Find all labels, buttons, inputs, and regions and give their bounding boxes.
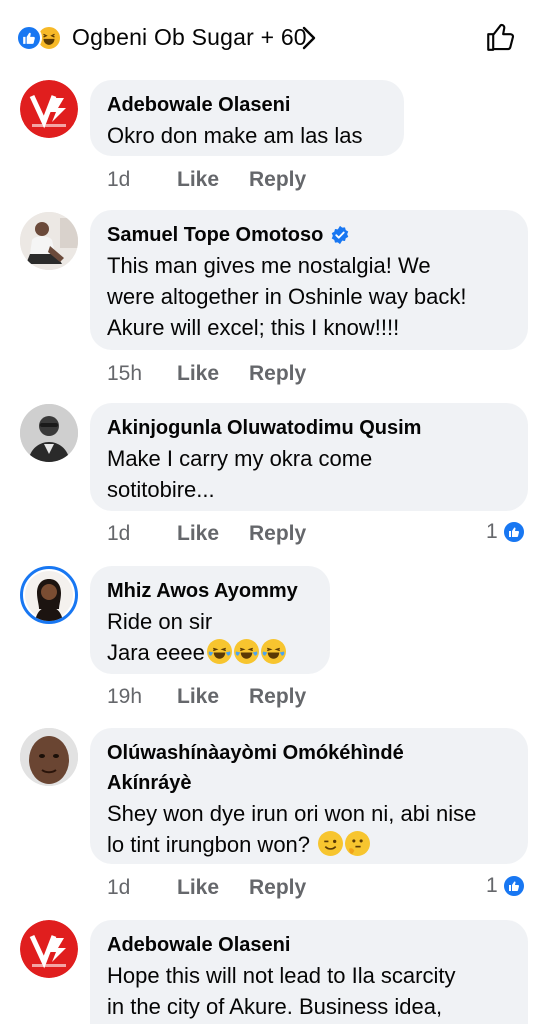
reply-button[interactable]: Reply	[249, 522, 306, 546]
comment-reaction-count[interactable]: 1	[486, 520, 526, 544]
reaction-count-value: 1	[486, 874, 498, 897]
comment-text-fragment: lo tint irungbon won?	[107, 832, 311, 857]
comment-text: Okro don make am las las	[107, 123, 363, 148]
avatar[interactable]	[20, 920, 78, 978]
reply-button[interactable]: Reply	[249, 168, 306, 192]
comment-text-line: Hope this will not lead to Ila scarcity	[107, 963, 456, 988]
comment-author[interactable]: Adebowale Olaseni	[107, 930, 510, 960]
thinking-emoji	[345, 831, 371, 856]
chevron-right-icon[interactable]	[302, 26, 316, 55]
comment-text-line: Ride on sir	[107, 609, 213, 634]
comment-text-fragment: Jara eeee	[107, 640, 205, 665]
avatar[interactable]	[20, 404, 78, 462]
like-button[interactable]: Like	[177, 362, 249, 386]
comment-text-line: This man gives me nostalgia! We	[107, 253, 431, 278]
comment-text-line: Shey won dye irun ori won ni, abi nise	[107, 801, 477, 826]
comment-author[interactable]: Mhiz Awos Ayommy	[107, 576, 312, 606]
like-button[interactable]: Like	[177, 522, 249, 546]
comment-text-line: lo tint irungbon won?	[107, 829, 510, 860]
comment-bubble[interactable]: Akinjogunla Oluwatodimu Qusim Make I car…	[90, 403, 528, 511]
reaction-count-value: 1	[486, 520, 498, 543]
comment-author[interactable]: Adebowale Olaseni	[107, 90, 386, 120]
laughing-crying-emoji	[260, 639, 286, 664]
comment-bubble[interactable]: Adebowale Olaseni Hope this will not lea…	[90, 920, 528, 1024]
reply-button[interactable]: Reply	[249, 876, 306, 900]
like-icon	[16, 25, 42, 51]
winking-emoji	[318, 831, 344, 856]
laughing-crying-emoji	[206, 639, 232, 664]
comment-author[interactable]: Samuel Tope Omotoso	[107, 220, 510, 250]
reaction-summary[interactable]	[16, 25, 62, 51]
comment-author[interactable]: Akinjogunla Oluwatodimu Qusim	[107, 413, 510, 443]
comment-bubble[interactable]: Mhiz Awos Ayommy Ride on sir Jara eeee	[90, 566, 330, 674]
like-icon	[501, 520, 526, 544]
laughing-crying-emoji	[233, 639, 259, 664]
like-icon	[501, 874, 526, 898]
comment-bubble[interactable]: Samuel Tope Omotoso This man gives me no…	[90, 210, 528, 350]
avatar[interactable]	[20, 728, 78, 786]
thumbs-up-outline-icon[interactable]	[484, 20, 518, 59]
comment-text-line: Make I carry my okra come	[107, 446, 373, 471]
avatar[interactable]	[20, 80, 78, 138]
comment-text-line: Akure will excel; this I know!!!!	[107, 315, 400, 340]
like-button[interactable]: Like	[177, 876, 249, 900]
comment-text-line: were altogether in Oshinle way back!	[107, 284, 467, 309]
avatar[interactable]	[20, 566, 78, 624]
comments-header: Ogbeni Ob Sugar + 60	[0, 0, 547, 74]
comment-author-line[interactable]: Akínráyè	[107, 768, 510, 798]
comment-text-line: Jara eeee	[107, 637, 312, 668]
reactions-summary-label[interactable]: Ogbeni Ob Sugar + 60	[72, 24, 307, 51]
reply-button[interactable]: Reply	[249, 685, 306, 709]
comment-author-line[interactable]: Olúwashínàayòmi Omókéhìndé	[107, 738, 510, 768]
comment-reaction-count[interactable]: 1	[486, 874, 526, 898]
comment-timestamp[interactable]: 1d	[107, 876, 177, 900]
avatar[interactable]	[20, 212, 78, 270]
like-button[interactable]: Like	[177, 168, 249, 192]
comment-timestamp[interactable]: 15h	[107, 362, 177, 386]
comment-timestamp[interactable]: 19h	[107, 685, 177, 709]
comment-timestamp[interactable]: 1d	[107, 168, 177, 192]
like-button[interactable]: Like	[177, 685, 249, 709]
comment-author-name[interactable]: Samuel Tope Omotoso	[107, 220, 323, 250]
comment-bubble[interactable]: Olúwashínàayòmi Omókéhìndé Akínráyè Shey…	[90, 728, 528, 864]
reply-button[interactable]: Reply	[249, 362, 306, 386]
comment-timestamp[interactable]: 1d	[107, 522, 177, 546]
comment-bubble[interactable]: Adebowale Olaseni Okro don make am las l…	[90, 80, 404, 156]
comment-text-line: in the city of Akure. Business idea,	[107, 994, 443, 1019]
verified-badge-icon	[330, 225, 350, 245]
comment-text-line: sotitobire...	[107, 477, 215, 502]
